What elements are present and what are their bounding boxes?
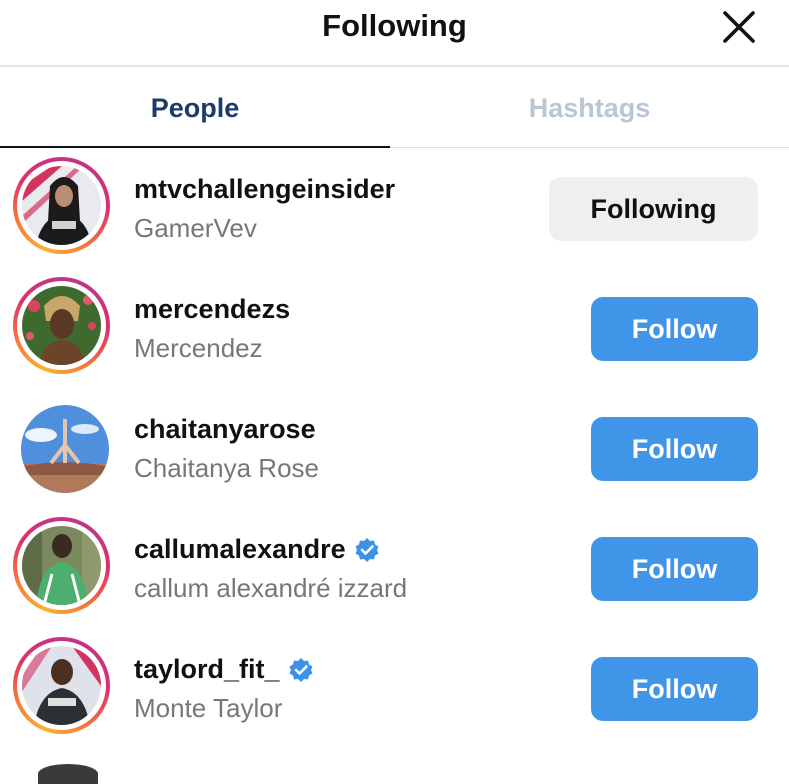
avatar[interactable]: [13, 277, 110, 374]
tab-hashtags[interactable]: Hashtags: [390, 67, 789, 149]
avatar[interactable]: [13, 637, 110, 734]
username[interactable]: mercendezs: [134, 294, 290, 325]
list-item[interactable]: mercendezs Mercendez Follow: [0, 270, 789, 390]
avatar[interactable]: [13, 157, 110, 254]
follow-button[interactable]: Follow: [591, 537, 758, 601]
avatar[interactable]: [13, 397, 110, 494]
close-button[interactable]: [719, 7, 759, 47]
list-item[interactable]: mtvchallengeinsider GamerVev Following: [0, 150, 789, 270]
close-icon: [723, 11, 755, 43]
tab-bar: People Hashtags: [0, 67, 789, 149]
verified-badge-icon: [355, 537, 379, 562]
full-name: callum alexandré izzard: [134, 573, 408, 603]
full-name: Chaitanya Rose: [134, 453, 319, 483]
tab-divider: [390, 147, 789, 148]
list-item[interactable]: taylord_fit_ Monte Taylor Follow: [0, 630, 789, 750]
avatar[interactable]: [13, 517, 110, 614]
modal-header: Following: [0, 0, 789, 67]
following-button[interactable]: Following: [549, 177, 758, 241]
tab-people[interactable]: People: [0, 67, 390, 149]
username[interactable]: taylord_fit_: [134, 654, 314, 685]
full-name: Mercendez: [134, 333, 263, 363]
full-name: Monte Taylor: [134, 693, 283, 723]
username[interactable]: chaitanyarose: [134, 414, 316, 445]
full-name: GamerVev: [134, 213, 257, 243]
active-tab-indicator: [0, 146, 390, 148]
list-item[interactable]: callumalexandre callum alexandré izzard …: [0, 510, 789, 630]
follow-button[interactable]: Follow: [591, 297, 758, 361]
username[interactable]: mtvchallengeinsider: [134, 174, 395, 205]
verified-badge-icon: [289, 657, 313, 682]
follow-button[interactable]: Follow: [591, 657, 758, 721]
list-item[interactable]: chaitanyarose Chaitanya Rose Follow: [0, 390, 789, 510]
follow-button[interactable]: Follow: [591, 417, 758, 481]
username[interactable]: callumalexandre: [134, 534, 380, 565]
avatar[interactable]: [38, 764, 98, 784]
page-title: Following: [322, 8, 467, 43]
